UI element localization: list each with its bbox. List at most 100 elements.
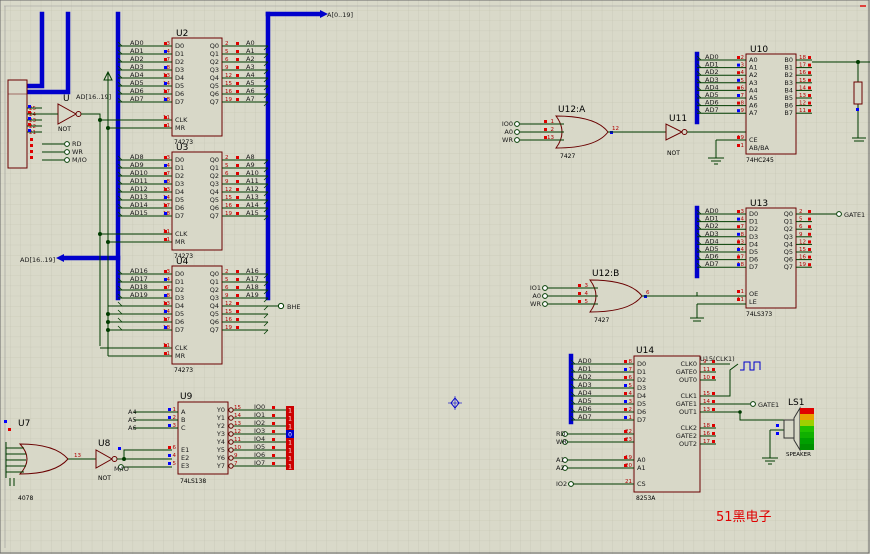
left-block-output-label: M/IO (72, 156, 87, 164)
left-block-output-label: WR (72, 148, 83, 156)
bhe-terminal[interactable] (277, 302, 285, 310)
ic-inner-left: D7 (749, 263, 758, 271)
u14-cs-label: IO2 (556, 480, 567, 488)
u13-gate1-label: GATE1 (844, 211, 865, 219)
u14-inner-d: D1 (637, 368, 646, 376)
gate-input-label: A0 (532, 292, 541, 300)
u14-in-pin: 8 (629, 359, 633, 365)
latch-inner-d: D5 (175, 82, 184, 90)
latch-inner-q: Q0 (210, 270, 219, 278)
latch-out-pin: 15 (225, 309, 232, 315)
gate-out-pin: 12 (612, 126, 619, 132)
u8-ref: U8 (98, 439, 111, 449)
latch-out-pin: 15 (225, 195, 232, 201)
u9-enable-pin: 4 (173, 453, 177, 459)
latch-out-pin: 16 (225, 89, 232, 95)
latch-in-pin: 8 (167, 65, 171, 71)
latch-inner-q: Q0 (210, 156, 219, 164)
u14-cs-inner: CS (637, 480, 646, 488)
bus-label-top: A[0..19] (327, 11, 353, 19)
gate-input-label: A0 (504, 128, 513, 136)
u14-in-label: AD3 (578, 381, 592, 389)
latch-inner-d: D1 (175, 164, 184, 172)
schematic-canvas[interactable]: A[0..19] AD[16..19] AD[16..19] 2 5 2 4 2 3 2 2 2… (0, 0, 870, 554)
latch-in-pin: 4 (167, 163, 171, 169)
ic-in-pin: 8 (741, 232, 745, 238)
u9-out-label: IO4 (254, 435, 265, 443)
latch-inner-d: D7 (175, 326, 184, 334)
u14-in-pin: 1 (629, 415, 633, 421)
ic-ref: U10 (750, 45, 768, 55)
u14-inner-right: OUT0 (679, 376, 697, 384)
u7-part: 4078 (18, 495, 33, 502)
gate-in-pin: 5 (585, 299, 589, 305)
u8-part: NOT (98, 475, 111, 482)
latch-ctrl-pin: 1 (167, 237, 171, 243)
u14-in-label: AD6 (578, 405, 592, 413)
latch-in-label: AD17 (130, 275, 148, 283)
watermark: 51黑电子 (716, 510, 772, 525)
latch-out-label: A18 (246, 283, 259, 291)
latch-in-pin: 7 (167, 57, 171, 63)
ic-ctrl-label: LE (749, 298, 757, 306)
latch-inner-d: D4 (175, 302, 184, 310)
ic-part: 74HC245 (746, 157, 774, 164)
u14-inner-right: CLK0 (680, 360, 697, 368)
ic-in-pin: 2 (741, 55, 745, 61)
latch-out-pin: 16 (225, 203, 232, 209)
latch-out-pin: 2 (225, 269, 229, 275)
u9-inner-out: Y2 (216, 422, 225, 430)
latch-ctrl-label: MR (175, 238, 186, 246)
latch-out-label: A3 (246, 63, 255, 71)
latch-out-pin: 9 (225, 293, 229, 299)
latch-inner-d: D6 (175, 318, 184, 326)
u14-in-pin: 7 (629, 367, 633, 373)
latch-in-pin: 4 (167, 49, 171, 55)
latch-out-label: A1 (246, 47, 255, 55)
u14-addr-label: A1 (556, 456, 565, 464)
latch-out-label: A15 (246, 209, 259, 217)
latch-out-pin: 9 (225, 179, 229, 185)
gate-ref: U12:A (558, 105, 586, 115)
latch-inner-q: Q6 (210, 318, 219, 326)
ic-in-pin: 7 (741, 224, 745, 230)
latch-ctrl-label: MR (175, 124, 186, 132)
u14-in-pin: 5 (629, 383, 633, 389)
u14-in-pin: 6 (629, 375, 633, 381)
u14-ref: U14 (636, 346, 654, 356)
u7-out-pin: 13 (74, 453, 81, 459)
resistor[interactable] (853, 81, 863, 105)
latch-in-label: AD16 (130, 267, 148, 275)
latch-inner-d: D7 (175, 98, 184, 106)
u14-in-label: AD1 (578, 365, 592, 373)
gate-in-pin: 1 (551, 119, 555, 125)
u11-part: NOT (667, 150, 680, 157)
u9-enable-inner: E3 (181, 462, 189, 470)
u14-ctrl-label: WR (556, 438, 567, 446)
latch-out-pin: 5 (225, 277, 229, 283)
latch-inner-d: D5 (175, 310, 184, 318)
latch-in-pin: 3 (167, 269, 171, 275)
bus-label-mid: AD[16..19] (20, 256, 55, 264)
u14-in-label: AD7 (578, 413, 592, 421)
latch-part: 74273 (174, 367, 193, 374)
latch-in-label: AD15 (130, 209, 148, 217)
latch-ctrl-pin: 1 (167, 123, 171, 129)
ic-in-pin: 4 (741, 217, 745, 223)
latch-in-pin: 4 (167, 277, 171, 283)
u14-in-label: AD4 (578, 389, 592, 397)
latch-in-label: AD6 (130, 87, 144, 95)
u9-inner-in: B (181, 416, 185, 424)
latch-in-label: AD1 (130, 47, 144, 55)
u9-input-label: A5 (128, 416, 137, 424)
ic-inner-right: B7 (784, 109, 793, 117)
latch-inner-q: Q3 (210, 66, 219, 74)
latch-out-label: A12 (246, 185, 259, 193)
u9-enable-inner: E2 (181, 454, 189, 462)
latch-in-pin: 8 (167, 293, 171, 299)
latch-inner-d: D4 (175, 74, 184, 82)
latch-out-pin: 15 (225, 81, 232, 87)
latch-out-pin: 19 (225, 325, 232, 331)
latch-inner-q: Q3 (210, 294, 219, 302)
ic-in-pin: 9 (741, 108, 745, 114)
